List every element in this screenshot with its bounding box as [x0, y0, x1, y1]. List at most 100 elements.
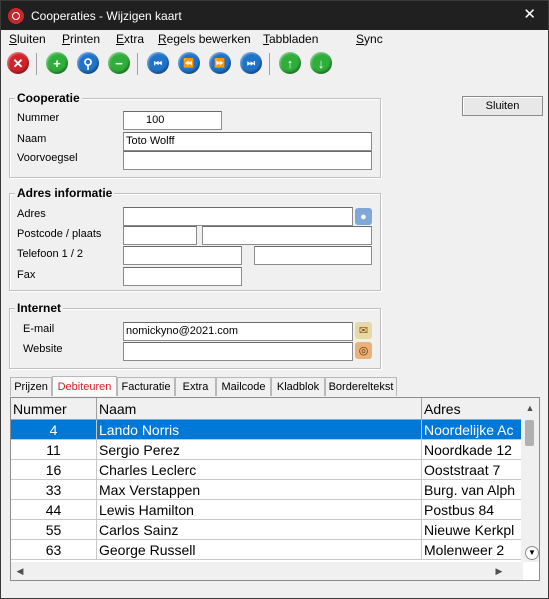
telefoon2-field[interactable] — [254, 246, 372, 265]
tab-facturatie[interactable]: Facturatie — [117, 377, 175, 396]
scroll-up-icon[interactable]: ▲ — [522, 400, 538, 416]
cell-adres[interactable]: Noordelijke Ac — [422, 420, 521, 440]
first-record-button[interactable]: ⏮ — [147, 52, 169, 74]
plaats-field[interactable] — [202, 226, 372, 245]
move-down-button[interactable]: ↓ — [310, 52, 332, 74]
debiteuren-table[interactable]: Nummer Naam Adres 4 Lando Norris Noordelij… — [10, 397, 540, 581]
app-logo-icon — [8, 7, 24, 24]
website-field[interactable] — [123, 342, 353, 361]
fax-field[interactable] — [123, 267, 242, 286]
email-field[interactable]: nomickyno@2021.com — [123, 322, 353, 341]
cell-adres[interactable]: Ooststraat 7 — [422, 460, 521, 480]
menu-bar: Sluiten Printen Extra Regels bewerken Ta… — [1, 30, 548, 48]
scroll-left-icon[interactable]: ◀ — [12, 563, 28, 579]
add-icon: + — [53, 55, 61, 71]
search-button[interactable]: ⚲ — [77, 52, 99, 74]
telefoon1-field[interactable] — [123, 246, 242, 265]
cell-naam[interactable]: Max Verstappen — [97, 480, 422, 500]
voorvoegsel-field[interactable] — [123, 151, 372, 170]
cell-naam[interactable]: Carlos Sainz — [97, 520, 422, 540]
window-title: Cooperaties - Wijzigen kaart — [31, 8, 182, 23]
horizontal-scrollbar[interactable]: ◀ ▶ — [11, 562, 523, 580]
cell-nummer[interactable]: 11 — [11, 440, 97, 460]
table-row[interactable]: 44 Lewis Hamilton Postbus 84 — [11, 500, 521, 520]
menu-regels-bewerken[interactable]: Regels bewerken — [158, 32, 251, 46]
move-up-button[interactable]: ↑ — [279, 52, 301, 74]
cell-naam[interactable]: George Russell — [97, 540, 422, 560]
move-up-icon: ↑ — [286, 55, 294, 71]
previous-record-icon: ⏪ — [183, 57, 195, 68]
toolbar-separator — [36, 53, 37, 75]
table-row[interactable]: 63 George Russell Molenweer 2 — [11, 540, 521, 560]
cell-adres[interactable]: Noordkade 12 — [422, 440, 521, 460]
cell-nummer[interactable]: 33 — [11, 480, 97, 500]
move-down-icon: ↓ — [317, 55, 325, 71]
cell-nummer[interactable]: 63 — [11, 540, 97, 560]
next-record-button[interactable]: ⏩ — [209, 52, 231, 74]
send-email-icon[interactable]: ✉ — [355, 322, 372, 339]
last-record-icon: ⏭ — [246, 57, 256, 68]
tab-kladblok[interactable]: Kladblok — [271, 377, 325, 396]
cell-naam[interactable]: Lewis Hamilton — [97, 500, 422, 520]
scroll-thumb[interactable] — [525, 420, 534, 446]
cell-nummer[interactable]: 16 — [11, 460, 97, 480]
cooperatie-legend: Cooperatie — [15, 91, 82, 105]
postcode-label: Postcode / plaats — [17, 228, 102, 240]
window-close-button[interactable]: ✕ — [523, 6, 536, 24]
cell-adres[interactable]: Burg. van Alph — [422, 480, 521, 500]
sluiten-button[interactable]: Sluiten — [462, 96, 543, 116]
table-row[interactable]: 16 Charles Leclerc Ooststraat 7 — [11, 460, 521, 480]
first-record-icon: ⏮ — [153, 57, 163, 68]
column-header-adres[interactable]: Adres — [422, 398, 521, 420]
column-header-nummer[interactable]: Nummer — [11, 398, 97, 420]
previous-record-button[interactable]: ⏪ — [178, 52, 200, 74]
naam-field[interactable]: Toto Wolff — [123, 132, 372, 151]
open-website-icon[interactable]: ◎ — [355, 342, 372, 359]
cell-naam[interactable]: Sergio Perez — [97, 440, 422, 460]
add-button[interactable]: + — [46, 52, 68, 74]
tab-prijzen[interactable]: Prijzen — [10, 377, 52, 396]
nummer-field[interactable]: 100 — [123, 111, 222, 130]
postcode-field[interactable] — [123, 226, 197, 245]
tab-strip: Prijzen Debiteuren Facturatie Extra Mail… — [10, 376, 540, 396]
toolbar-separator — [269, 53, 270, 75]
adres-field[interactable] — [123, 207, 353, 226]
cell-adres[interactable]: Molenweer 2 — [422, 540, 521, 560]
scroll-down-circle-icon[interactable]: ▼ — [525, 546, 539, 560]
toolbar: ✕ + ⚲ − ⏮ ⏪ ⏩ ⏭ ↑ ↓ — [1, 50, 548, 78]
globe-icon[interactable]: ● — [355, 208, 372, 225]
cell-adres[interactable]: Nieuwe Kerkpl — [422, 520, 521, 540]
table-row[interactable]: 4 Lando Norris Noordelijke Ac — [11, 420, 521, 440]
nummer-label: Nummer — [17, 112, 60, 124]
cell-naam[interactable]: Charles Leclerc — [97, 460, 422, 480]
delete-button[interactable]: ✕ — [7, 52, 29, 74]
adres-label: Adres — [17, 208, 46, 220]
scroll-right-icon[interactable]: ▶ — [491, 563, 507, 579]
tab-bordereltekst[interactable]: Bordereltekst — [325, 377, 397, 396]
cell-naam[interactable]: Lando Norris — [97, 420, 422, 440]
vertical-scrollbar[interactable]: ▲ — [521, 398, 539, 562]
tab-extra[interactable]: Extra — [175, 377, 216, 396]
fax-label: Fax — [17, 269, 36, 281]
cell-nummer[interactable]: 44 — [11, 500, 97, 520]
tab-debiteuren[interactable]: Debiteuren — [52, 376, 117, 396]
column-header-naam[interactable]: Naam — [97, 398, 422, 420]
cell-nummer[interactable]: 4 — [11, 420, 97, 440]
table-row[interactable]: 33 Max Verstappen Burg. van Alph — [11, 480, 521, 500]
website-label: Website — [23, 343, 63, 355]
menu-printen[interactable]: Printen — [62, 32, 100, 46]
cell-adres[interactable]: Postbus 84 — [422, 500, 521, 520]
menu-extra[interactable]: Extra — [116, 32, 144, 46]
internet-legend: Internet — [15, 301, 64, 315]
menu-sync[interactable]: Sync — [356, 32, 383, 46]
tab-mailcode[interactable]: Mailcode — [216, 377, 271, 396]
search-icon: ⚲ — [83, 55, 93, 71]
table-row[interactable]: 55 Carlos Sainz Nieuwe Kerkpl — [11, 520, 521, 540]
table-row[interactable]: 11 Sergio Perez Noordkade 12 — [11, 440, 521, 460]
last-record-button[interactable]: ⏭ — [240, 52, 262, 74]
menu-sluiten[interactable]: Sluiten — [9, 32, 46, 46]
menu-tabbladen[interactable]: Tabbladen — [263, 32, 318, 46]
remove-button[interactable]: − — [108, 52, 130, 74]
cell-nummer[interactable]: 55 — [11, 520, 97, 540]
table-header: Nummer Naam Adres — [11, 398, 521, 420]
